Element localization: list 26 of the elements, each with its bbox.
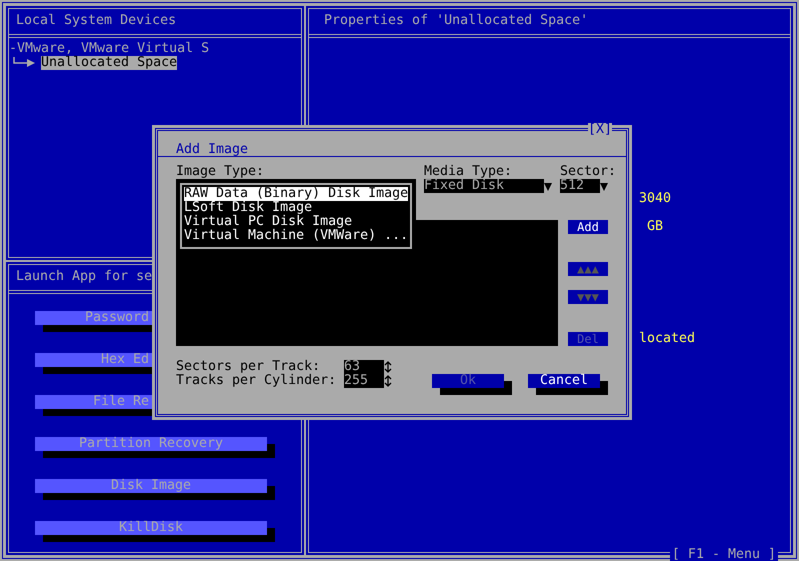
tree-item[interactable]: -VMware, VMware Virtual S xyxy=(9,42,210,56)
dialog-button[interactable]: Cancel xyxy=(528,374,600,388)
field-label: Tracks per Cylinder: xyxy=(176,374,338,388)
property-value: 3040 xyxy=(639,191,672,206)
dropdown-option[interactable]: Virtual Machine (VMWare) ... xyxy=(184,229,408,243)
close-button[interactable]: [X] xyxy=(588,123,612,137)
menu-hint: [ F1 - Menu ] xyxy=(672,547,776,561)
property-value: located xyxy=(639,331,696,346)
number-field[interactable]: 63 xyxy=(344,360,384,374)
panel-title: Launch App for se xyxy=(16,269,152,284)
tree-branch-arrow-icon xyxy=(13,57,37,69)
dialog-title: Add Image xyxy=(176,143,248,157)
field-label: Image Type: xyxy=(176,165,266,179)
dropdown-option[interactable]: RAW Data (Binary) Disk Image xyxy=(184,187,408,201)
up-down-arrow-icon[interactable] xyxy=(384,375,392,387)
dropdown-option[interactable]: Virtual PC Disk Image xyxy=(184,215,408,229)
field-label: Media Type: xyxy=(424,165,514,179)
dropdown-option[interactable]: LSoft Disk Image xyxy=(184,201,408,215)
property-value: GB xyxy=(647,219,664,234)
panel-title: Properties of 'Unallocated Space' xyxy=(324,13,588,28)
field-label: Sector: xyxy=(560,165,616,179)
up-down-arrow-icon[interactable] xyxy=(384,361,392,373)
tree-item[interactable]: Unallocated Space xyxy=(41,56,178,70)
number-field[interactable]: 255 xyxy=(344,374,384,388)
panel-title: Local System Devices xyxy=(16,13,176,28)
side-button[interactable]: Add xyxy=(568,220,608,234)
